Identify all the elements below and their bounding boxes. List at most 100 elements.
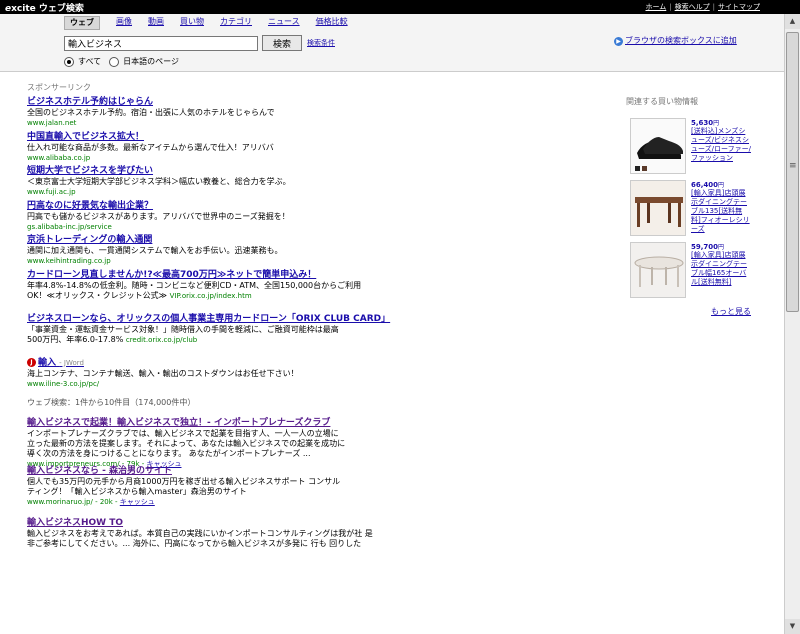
ad-url[interactable]: www.iline-3.co.jp/pc/ xyxy=(27,379,607,389)
table-icon xyxy=(631,181,685,235)
search-options-link[interactable]: 検索条件 xyxy=(307,38,335,48)
ad-title[interactable]: 中国直輸入でビジネス拡大！ xyxy=(27,131,607,143)
language-filter: すべて 日本語のページ xyxy=(64,56,187,67)
search-result: 輸入ビジネスなら - 森治男のサイト 個人でも35万円の元手から月商1000万円… xyxy=(27,465,607,517)
shopping-header: 関連する買い物情報 xyxy=(626,97,698,106)
ad-description: ＜東京富士大学短期大学部ビジネス学科＞幅広い教養と、総合力を学ぶ。 xyxy=(27,177,291,186)
search-header: ウェブ 画像 動画 買い物 カテゴリ ニュース 価格比較 検索 検索条件 ▶ブラ… xyxy=(0,14,784,72)
product-info: 59,700円 [輸入家具]店頭展示ダイニングテーブル幅165オーバル[送料無料… xyxy=(691,242,751,287)
sponsored-ad: ビジネスホテル予約はじゃらん 全国のビジネスホテル予約。宿泊・出張に人気のホテル… xyxy=(27,96,607,131)
tab-images[interactable]: 画像 xyxy=(116,16,132,30)
result-url-row: www.morinaruo.jp/ - 20k - キャッシュ xyxy=(27,497,607,507)
ad-url[interactable]: gs.alibaba-inc.jp/service xyxy=(27,222,607,232)
ad-title[interactable]: ビジネスホテル予約はじゃらん xyxy=(27,96,607,108)
search-tabs: ウェブ 画像 動画 買い物 カテゴリ ニュース 価格比較 xyxy=(64,16,364,30)
ad-description: 通関に加え通関も、一貫通関システムで輸入をお手伝い。迅速業務も。 xyxy=(27,246,283,255)
result-title[interactable]: 輸入ビジネスHOW TO xyxy=(27,517,607,529)
scroll-up-icon[interactable]: ▲ xyxy=(785,14,800,29)
product-info: 66,400円 [輸入家具]店頭展示ダイニングテーブル135[送料無料]フィオー… xyxy=(691,180,751,234)
search-input[interactable] xyxy=(64,36,258,51)
sponsored-ad: カードローン見直しませんか!?≪最高700万円≫ネットで簡単申込み！ 年率4.8… xyxy=(27,269,607,313)
tab-web[interactable]: ウェブ xyxy=(64,16,100,30)
table-image[interactable] xyxy=(630,180,686,236)
product-item: 59,700円 [輸入家具]店頭展示ダイニングテーブル幅165オーバル[送料無料… xyxy=(626,240,751,302)
ad-description-line2: 500万円、年率6.0-17.8% credit.orix.co.jp/club xyxy=(27,335,607,345)
ad-title[interactable]: 短期大学でビジネスを学びたい xyxy=(27,165,607,177)
more-link[interactable]: もっと見る xyxy=(626,306,751,317)
ad-url[interactable]: www.jalan.net xyxy=(27,118,607,128)
tab-news[interactable]: ニュース xyxy=(268,16,300,30)
ad-url[interactable]: www.fuji.ac.jp xyxy=(27,187,607,197)
jword-label: - JWord xyxy=(59,358,84,367)
price-unit: 円 xyxy=(713,120,720,127)
result-url: www.morinaruo.jp/ - 20k - xyxy=(27,498,120,506)
result-snippet-line: 個人でも35万円の元手から月商1000万円を稼ぎ出せる輸入ビジネスサポート コン… xyxy=(27,477,341,486)
web-results-header: ウェブ検索：1件から10件目（174,000件中） xyxy=(27,398,196,407)
ad-description: 仕入れ可能な商品が多数。最新なアイテムから選んで仕入！アリババ xyxy=(27,142,274,152)
add-to-browser-link[interactable]: ▶ ブラウザの検索ボックスに追加 xyxy=(614,35,737,46)
tab-category[interactable]: カテゴリ xyxy=(220,16,252,30)
ad-description: 年率4.8%-14.8%の低金利。随時・コンビニなど便利CD・ATM、全国150… xyxy=(27,280,362,290)
top-link-sitemap[interactable]: サイトマップ xyxy=(718,3,760,11)
vertical-scrollbar[interactable]: ▲ ▼ xyxy=(784,14,800,634)
logo-text: xcite ウェブ検索 xyxy=(11,4,84,14)
shopping-sidebar: 関連する買い物情報 5,630円 [送料込]メンズシューズ/ビジネスシューズ/ロ… xyxy=(626,96,751,317)
result-snippet-line: 輸入ビジネスをお考えであれば。本質自己の実践にいかインポートコンサルティングは我… xyxy=(27,529,373,538)
radio-japanese-label: 日本語のページ xyxy=(123,57,179,66)
product-name[interactable]: [送料込]メンズシューズ/ビジネスシューズ/ローファー/ファッション xyxy=(691,127,751,163)
ad-title[interactable]: 輸入 xyxy=(38,358,56,368)
ad-url[interactable]: credit.orix.co.jp/club xyxy=(126,336,197,344)
price-unit: 円 xyxy=(718,244,725,251)
tab-video[interactable]: 動画 xyxy=(148,16,164,30)
oval-table-icon xyxy=(631,243,685,297)
ad-title[interactable]: 京浜トレーディングの輸入通関 xyxy=(27,234,607,246)
sponsored-ad: J 輸入 - JWord 海上コンテナ、コンテナ輸送、輸入・輸出のコストダウンはお… xyxy=(27,357,607,392)
search-button[interactable]: 検索 xyxy=(262,35,302,51)
result-snippet-line: 立った最新の方法を提案します。それによって、あなたは輸入ビジネスでの起業を成功に xyxy=(27,439,346,448)
sponsor-header: スポンサーリンク xyxy=(27,83,91,92)
sponsored-ad: 中国直輸入でビジネス拡大！ 仕入れ可能な商品が多数。最新なアイテムから選んで仕入… xyxy=(27,131,607,166)
top-links: ホーム | 検索ヘルプ | サイトマップ xyxy=(642,2,760,12)
radio-all[interactable] xyxy=(64,56,74,67)
result-snippet-line: ティング！「輸入ビジネスから輸入master」森治男のサイト xyxy=(27,487,247,496)
product-name[interactable]: [輸入家具]店頭展示ダイニングテーブル幅165オーバル[送料無料] xyxy=(691,251,751,287)
tab-shopping[interactable]: 買い物 xyxy=(180,16,204,30)
ad-url[interactable]: www.keihintrading.co.jp xyxy=(27,256,607,266)
ad-description: 「事業資金・運転資金サービス対象！」随時借入の手間を軽減に、ご融資可能枠は最高 xyxy=(27,324,339,334)
result-snippet-line: 導く次の方法を身につけることになります。 あなたがインポートプレナーズ ... xyxy=(27,449,311,458)
product-info: 5,630円 [送料込]メンズシューズ/ビジネスシューズ/ローファー/ファッショ… xyxy=(691,118,751,163)
sponsored-ad: 短期大学でビジネスを学びたい ＜東京富士大学短期大学部ビジネス学科＞幅広い教養と… xyxy=(27,165,607,200)
ad-description-cont: OK！≪オリックス・クレジット公式≫ xyxy=(27,290,168,300)
top-link-separator: | xyxy=(669,3,672,11)
radio-all-label: すべて xyxy=(78,57,102,66)
ad-title[interactable]: 円高なのに好景気な輸出企業？ xyxy=(27,200,607,212)
results-column: スポンサーリンク ビジネスホテル予約はじゃらん 全国のビジネスホテル予約。宿泊・… xyxy=(27,82,607,565)
top-link-help[interactable]: 検索ヘルプ xyxy=(675,3,710,11)
top-link-home[interactable]: ホーム xyxy=(645,3,666,11)
sponsored-ad: 京浜トレーディングの輸入通関 通関に加え通関も、一貫通関システムで輸入をお手伝い… xyxy=(27,234,607,269)
oval-table-image[interactable] xyxy=(630,242,686,298)
price-value: 66,400 xyxy=(691,181,719,189)
scroll-down-icon[interactable]: ▼ xyxy=(785,619,800,634)
tab-price-compare[interactable]: 価格比較 xyxy=(316,16,348,30)
radio-japanese[interactable] xyxy=(109,56,120,67)
scroll-thumb[interactable] xyxy=(786,32,799,312)
price-unit: 円 xyxy=(718,182,725,189)
ad-url[interactable]: VIP.orix.co.jp/index.htm xyxy=(170,292,252,300)
ad-description: 全国のビジネスホテル予約。宿泊・出張に人気のホテルをじゃらんで xyxy=(27,108,275,117)
ad-title[interactable]: カードローン見直しませんか!?≪最高700万円≫ネットで簡単申込み！ xyxy=(27,269,607,281)
search-result: 輸入ビジネスHOW TO 輸入ビジネスをお考えであれば。本質自己の実践にいかイン… xyxy=(27,517,607,565)
result-title[interactable]: 輸入ビジネスなら - 森治男のサイト xyxy=(27,465,607,477)
result-title[interactable]: 輸入ビジネスで起業！輸入ビジネスで独立！- インポートプレナーズクラブ xyxy=(27,417,607,429)
top-bar: excite ウェブ検索 ホーム | 検索ヘルプ | サイトマップ xyxy=(0,0,800,14)
ad-url[interactable]: www.alibaba.co.jp xyxy=(27,153,607,163)
product-item: 66,400円 [輸入家具]店頭展示ダイニングテーブル135[送料無料]フィオー… xyxy=(626,178,751,240)
product-price: 5,630円 xyxy=(691,118,751,127)
shoe-image[interactable] xyxy=(630,118,686,174)
ad-title[interactable]: ビジネスローンなら、オリックスの個人事業主専用カードローン「ORIX CLUB … xyxy=(27,313,607,325)
price-value: 5,630 xyxy=(691,119,714,127)
product-price: 59,700円 xyxy=(691,242,751,251)
cache-link[interactable]: キャッシュ xyxy=(120,498,155,506)
product-name[interactable]: [輸入家具]店頭展示ダイニングテーブル135[送料無料]フィオーレシリーズ xyxy=(691,189,751,234)
site-logo[interactable]: excite ウェブ検索 xyxy=(5,1,84,14)
